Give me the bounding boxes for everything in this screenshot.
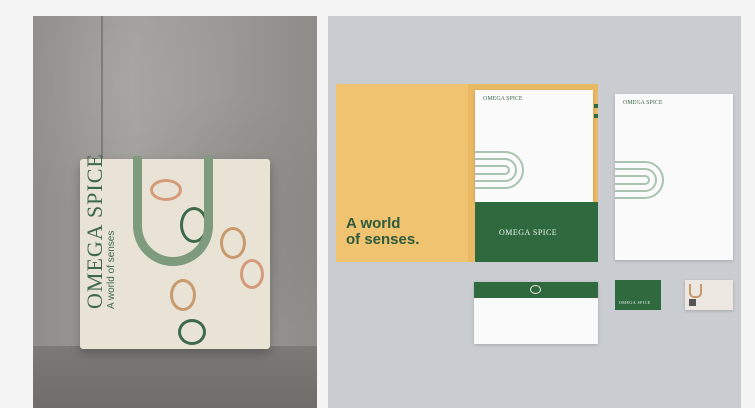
presentation-folder: A world of senses. OMEGA SPICE OMEGA SPI… bbox=[336, 84, 598, 262]
slogan-line-1: A world bbox=[346, 215, 401, 232]
ring-mark-icon bbox=[220, 227, 246, 259]
letterhead-logo: OMEGA SPICE bbox=[623, 100, 663, 106]
envelope bbox=[474, 282, 598, 344]
letterhead-in-folder: OMEGA SPICE bbox=[475, 90, 593, 202]
folder-stripe bbox=[594, 114, 598, 118]
slogan-line-2: of senses. bbox=[346, 231, 420, 248]
business-card-front: OMEGA SPICE bbox=[615, 280, 661, 310]
folder-slogan: A world of senses. bbox=[346, 216, 419, 248]
ring-mark-icon bbox=[240, 259, 264, 289]
folder-stripe bbox=[594, 104, 598, 108]
letterhead: OMEGA SPICE bbox=[615, 94, 733, 260]
ring-mark-icon bbox=[178, 319, 206, 345]
card-monogram-icon bbox=[689, 284, 702, 298]
folder-pocket-logo: OMEGA SPICE bbox=[499, 228, 558, 237]
folder-pocket: OMEGA SPICE bbox=[475, 202, 598, 262]
tote-bag-brand-text: OMEGA SPICE A world of senses bbox=[82, 109, 117, 309]
letterhead-logo: OMEGA SPICE bbox=[483, 96, 523, 102]
business-card-back bbox=[685, 280, 733, 310]
tote-handle bbox=[133, 156, 213, 266]
ring-mark-icon bbox=[170, 279, 196, 311]
stationery-mockup: A world of senses. OMEGA SPICE OMEGA SPI… bbox=[328, 16, 741, 408]
brand-arc-icon bbox=[475, 151, 524, 189]
folder-cover: A world of senses. bbox=[336, 84, 468, 262]
brand-arc-icon bbox=[615, 161, 664, 199]
tote-brand: OMEGA SPICE bbox=[82, 153, 107, 309]
card-qr-icon bbox=[689, 299, 696, 306]
envelope-seal-icon bbox=[530, 285, 541, 294]
tote-bag-photo: OMEGA SPICE A world of senses bbox=[33, 16, 317, 408]
concrete-floor bbox=[33, 346, 317, 408]
card-logo: OMEGA SPICE bbox=[619, 300, 651, 305]
